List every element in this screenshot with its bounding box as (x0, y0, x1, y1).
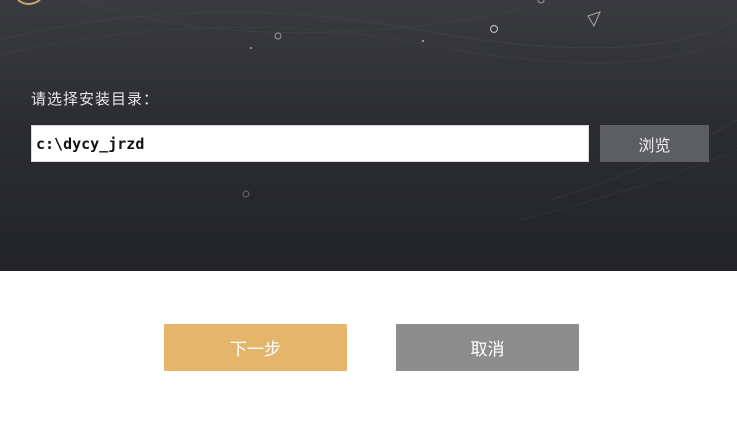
install-dir-label: 请选择安装目录： (31, 90, 160, 108)
browse-button[interactable]: 浏览 (600, 125, 709, 162)
header-panel: 请选择安装目录： 浏览 (0, 0, 737, 271)
install-path-input[interactable] (31, 125, 589, 162)
installer-window: 请选择安装目录： 浏览 下一步 取消 (0, 0, 737, 445)
cancel-button[interactable]: 取消 (396, 324, 579, 371)
next-button[interactable]: 下一步 (164, 324, 347, 371)
